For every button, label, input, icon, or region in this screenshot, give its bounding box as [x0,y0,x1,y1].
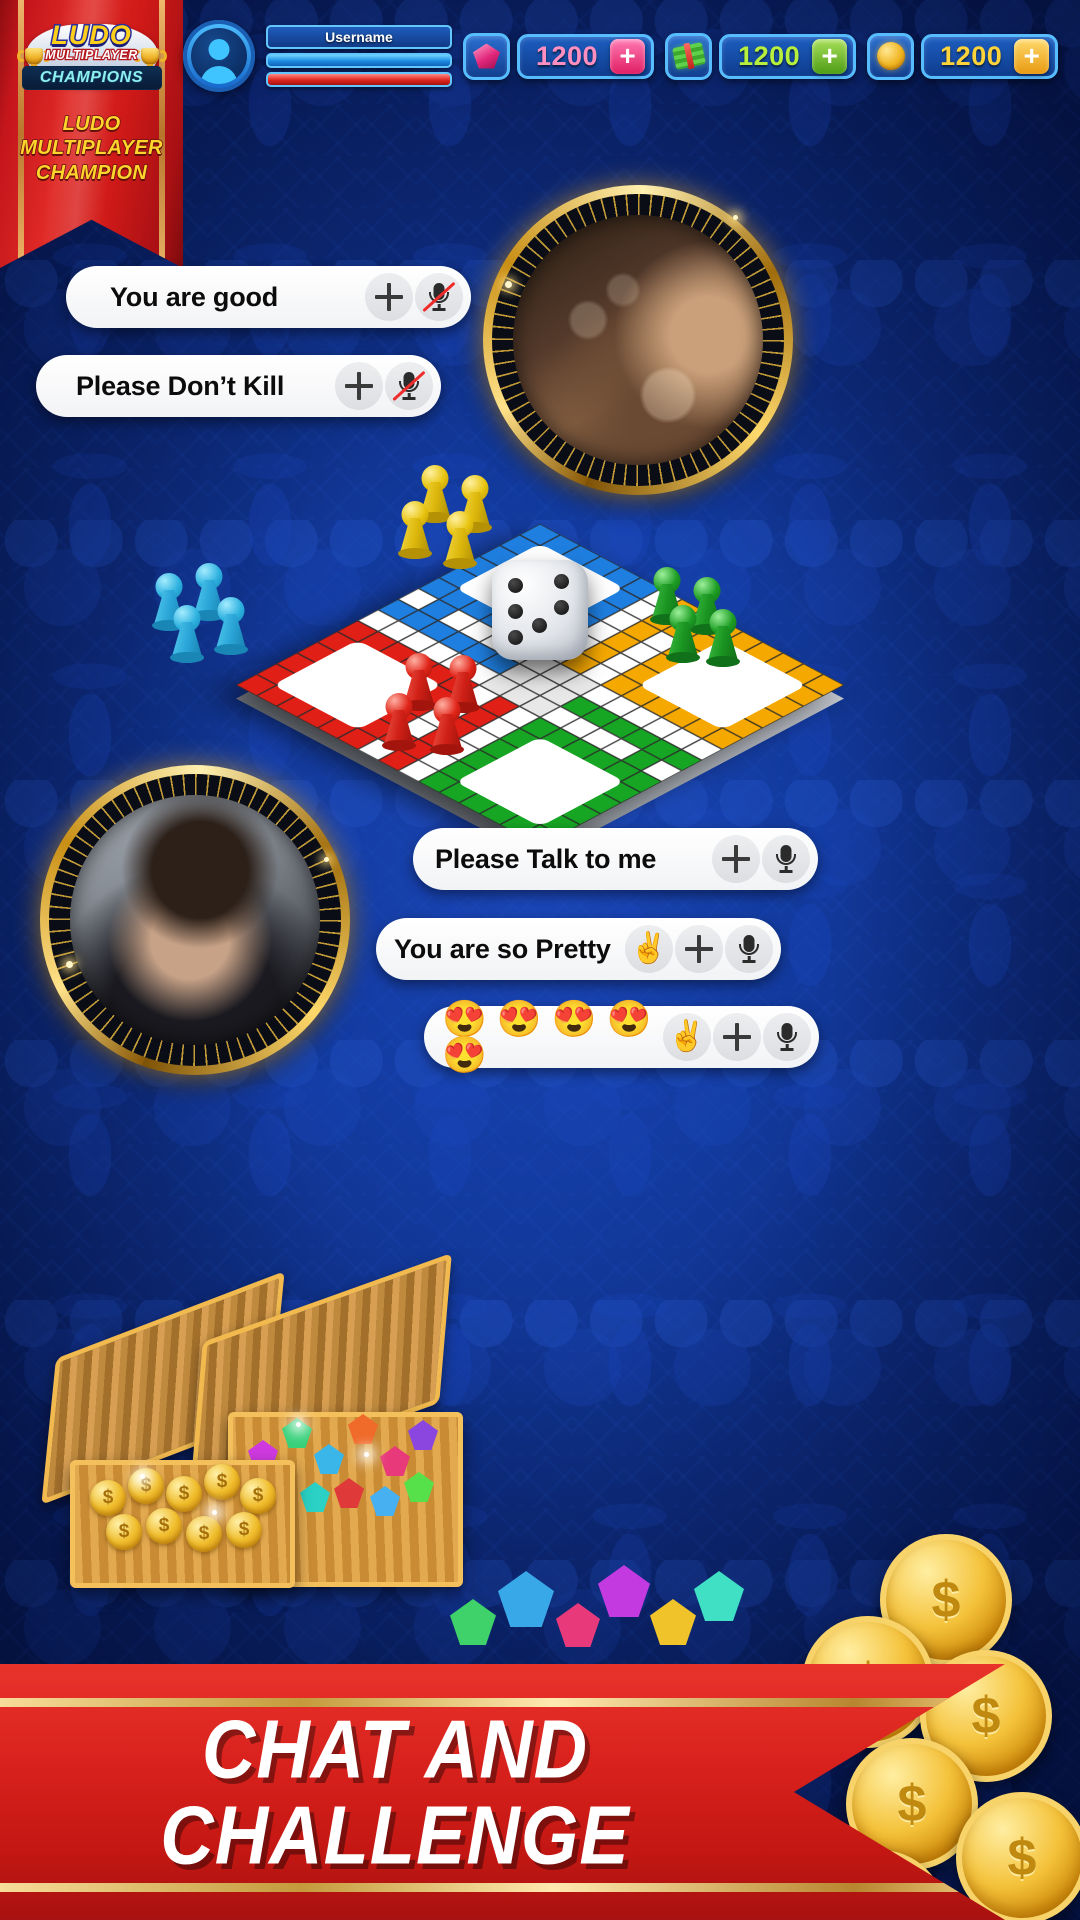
sparkle-icon [324,857,329,862]
energy-bar [266,72,452,87]
peace-hand-icon[interactable]: ✌️ [625,925,673,973]
plus-icon[interactable] [675,925,723,973]
gem-balance-pill[interactable]: 1200 + [517,33,655,79]
sparkle-icon [505,281,512,288]
gem-add-button[interactable]: + [610,38,646,74]
plus-icon[interactable] [712,835,760,883]
microphone-muted-icon[interactable] [415,273,463,321]
sparkle-icon [66,961,73,968]
player-name-panel: Username [266,25,452,87]
cash-icon [665,32,713,80]
chat-text: You are good [110,281,279,312]
logo-word-multiplayer: MULTIPLAYER [44,47,138,63]
logo-word-champions: CHAMPIONS [21,66,162,90]
cash-value: 1200 [738,40,801,71]
gem-value: 1200 [536,40,599,71]
currency-cash[interactable]: 1200 + [665,32,857,80]
chat-bubble-top-1[interactable]: You are good [66,266,471,328]
peace-hand-glyph: ✌️ [668,1020,706,1053]
player-portrait-top-right[interactable] [483,185,793,495]
microphone-icon[interactable] [763,1013,811,1061]
ribbon-title-line-1: LUDO [62,112,121,136]
microphone-icon[interactable] [725,925,773,973]
microphone-muted-icon[interactable] [385,362,433,410]
cash-add-button[interactable]: + [812,38,848,74]
sparkle-icon [733,215,738,220]
chat-text: You are so Pretty [394,933,611,964]
avatar-icon [191,28,247,84]
player-photo-male [70,795,320,1045]
coin-add-button[interactable]: + [1014,38,1050,74]
player-photo-female [513,215,763,465]
ribbon-title-line-3: CHAMPION [35,161,148,185]
peace-hand-glyph: ✌️ [630,932,668,965]
chat-bubble-bottom-2[interactable]: You are so Pretty ✌️ [376,918,781,980]
xp-bar [266,53,452,68]
banner-text: CHAT AND CHALLENGE [0,1702,790,1882]
chat-bubble-top-2[interactable]: Please Don’t Kill [36,355,441,417]
chat-bubble-bottom-1[interactable]: Please Talk to me [413,828,818,890]
coin-value: 1200 [940,40,1003,71]
username-label: Username [266,25,452,49]
peace-hand-icon[interactable]: ✌️ [663,1013,711,1061]
microphone-icon[interactable] [762,835,810,883]
heart-eyes-emoji-row: 😍 😍 😍 😍 😍 [442,998,652,1075]
banner-line-1: CHAT AND [201,1702,589,1796]
banner-gold-line-bottom [0,1883,1005,1892]
chat-bubble-bottom-3[interactable]: 😍 😍 😍 😍 😍 ✌️ [424,1001,819,1073]
gem-icon [463,32,510,80]
chat-text: Please Talk to me [435,843,657,874]
plus-icon[interactable] [365,273,413,321]
coin-icon [867,32,915,80]
chat-text: Please Don’t Kill [76,370,285,401]
coin-pile: $ $ $ $ $ $ $ $ $ [82,1450,282,1562]
plus-icon[interactable] [713,1013,761,1061]
loose-gems [440,1545,770,1675]
player-portrait-bottom-left[interactable] [40,765,350,1075]
currency-gem[interactable]: 1200 + [463,32,655,80]
top-hud: Username 1200 + 1200 + 1200 + [183,18,1059,94]
ribbon-title-line-2: MULTIPLAYER [19,137,163,161]
game-logo: LUDO MULTIPLAYER CHAMPIONS [0,16,183,105]
cash-balance-pill[interactable]: 1200 + [719,33,857,79]
app-screen: LUDO MULTIPLAYER CHAMPIONS LUDO MULTIPLA… [0,0,1080,1920]
profile-avatar-button[interactable] [183,20,255,92]
banner-line-2: CHALLENGE [160,1788,630,1882]
plus-icon[interactable] [335,362,383,410]
dice[interactable] [492,560,588,660]
currency-coin[interactable]: 1200 + [867,32,1059,80]
ribbon-title: LUDO MULTIPLAYER CHAMPION [0,112,183,185]
logo-word-ludo: LUDO [50,19,132,52]
coin-balance-pill[interactable]: 1200 + [921,33,1059,79]
